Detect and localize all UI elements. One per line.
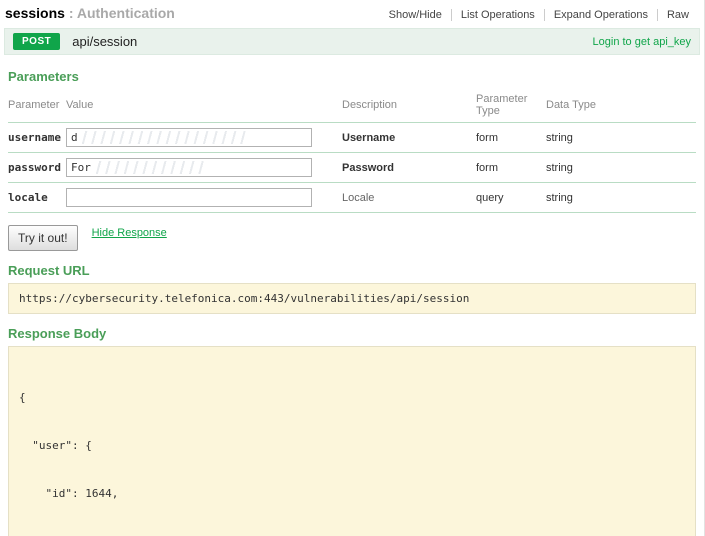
resource-actions: Show/Hide List Operations Expand Operati… xyxy=(380,9,698,21)
col-description: Description xyxy=(342,99,476,111)
resource-title: sessions : Authentication xyxy=(5,5,175,21)
col-value: Value xyxy=(66,99,342,111)
resource-header: sessions : Authentication Show/Hide List… xyxy=(0,0,704,25)
show-hide-link[interactable]: Show/Hide xyxy=(380,9,451,21)
table-row: password Password form string xyxy=(8,152,696,182)
operation-bar[interactable]: POST api/session Login to get api_key xyxy=(4,28,700,55)
param-name-locale: locale xyxy=(8,191,66,204)
param-data-type: string xyxy=(546,192,696,204)
response-body-heading: Response Body xyxy=(8,326,696,341)
login-api-key-link[interactable]: Login to get api_key xyxy=(593,36,691,48)
operation-content: Parameters Parameter Value Description P… xyxy=(0,55,704,536)
swagger-ui-page: sessions : Authentication Show/Hide List… xyxy=(0,0,705,536)
parameters-heading: Parameters xyxy=(8,69,696,84)
parameters-table-header: Parameter Value Description Parameter Ty… xyxy=(8,89,696,122)
parameters-table: Parameter Value Description Parameter Ty… xyxy=(8,89,696,213)
password-input[interactable] xyxy=(66,158,312,177)
raw-link[interactable]: Raw xyxy=(657,9,698,21)
http-method-badge: POST xyxy=(13,33,60,50)
locale-input[interactable] xyxy=(66,188,312,207)
col-parameter-type: Parameter Type xyxy=(476,93,546,117)
param-data-type: string xyxy=(546,162,696,174)
request-url-heading: Request URL xyxy=(8,263,696,278)
param-name-username: username xyxy=(8,131,66,144)
resource-name: sessions xyxy=(5,5,65,21)
param-data-type: string xyxy=(546,132,696,144)
hide-response-link[interactable]: Hide Response xyxy=(92,227,167,239)
param-description: Password xyxy=(342,162,476,174)
table-row: locale Locale query string xyxy=(8,182,696,213)
col-data-type: Data Type xyxy=(546,99,696,111)
request-url-block: https://cybersecurity.telefonica.com:443… xyxy=(8,283,696,314)
col-parameter: Parameter xyxy=(8,99,66,111)
json-line: { xyxy=(19,390,685,406)
json-line: "user": { xyxy=(19,438,685,454)
json-line: "id": 1644, xyxy=(19,486,685,502)
param-name-password: password xyxy=(8,161,66,174)
list-operations-link[interactable]: List Operations xyxy=(451,9,544,21)
username-value-cell xyxy=(66,128,342,147)
locale-value-cell xyxy=(66,188,342,207)
param-type: form xyxy=(476,132,546,144)
expand-operations-link[interactable]: Expand Operations xyxy=(544,9,657,21)
response-body-block: { "user": { "id": 1644, "name": "David C… xyxy=(8,346,696,536)
resource-description: : Authentication xyxy=(65,5,175,21)
operation-path-link[interactable]: api/session xyxy=(72,34,137,49)
password-value-cell xyxy=(66,158,342,177)
param-type: form xyxy=(476,162,546,174)
table-row: username Username form string xyxy=(8,122,696,152)
sandbox-actions: Try it out! Hide Response xyxy=(8,225,696,251)
param-description: Locale xyxy=(342,192,476,204)
username-input[interactable] xyxy=(66,128,312,147)
try-it-out-button[interactable]: Try it out! xyxy=(8,225,78,251)
param-type: query xyxy=(476,192,546,204)
param-description: Username xyxy=(342,132,476,144)
